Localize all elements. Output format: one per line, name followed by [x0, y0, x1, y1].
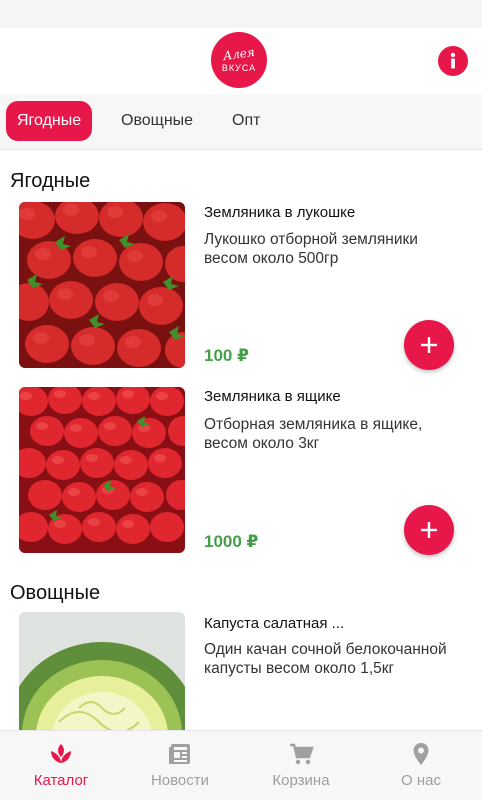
nav-cart[interactable]: Корзина [241, 731, 361, 800]
status-bar [0, 0, 482, 28]
section-title-berries: Ягодные [10, 170, 91, 192]
app-header: Алея ВКУСА [0, 28, 482, 94]
product-list[interactable]: Ягодные Земляника в лукошке Лукошко отбо… [0, 150, 482, 730]
bottom-navigation: Каталог Новости Корзина О нас [0, 730, 482, 800]
nav-about[interactable]: О нас [361, 731, 481, 800]
plus-icon [421, 337, 437, 353]
brand-logo: Алея ВКУСА [211, 32, 267, 88]
product-image-cabbage[interactable] [19, 612, 185, 730]
nav-label: Корзина [272, 772, 330, 789]
catalog-icon [48, 741, 74, 767]
product-description: Один качан сочной белокочанной капусты в… [204, 641, 447, 677]
product-price: 1000 ₽ [204, 532, 259, 551]
category-tabs: Ягодные Овощные Опт [0, 94, 482, 150]
add-to-cart-button[interactable] [404, 320, 454, 370]
info-button[interactable] [438, 46, 468, 76]
news-icon [167, 741, 193, 767]
logo-caps-text: ВКУСА [221, 62, 257, 73]
product-description: Отборная земляника в ящике, весом около … [204, 416, 423, 452]
product-name[interactable]: Земляника в ящике [204, 388, 341, 405]
product-image-strawberries-basket[interactable] [19, 202, 185, 368]
product-image-strawberries-box[interactable] [19, 387, 185, 553]
tab-wholesale[interactable]: Опт [221, 101, 271, 141]
plus-icon [421, 522, 437, 538]
tab-vegetables[interactable]: Овощные [110, 101, 204, 141]
product-name[interactable]: Земляника в лукошке [204, 204, 355, 221]
cart-icon [288, 741, 314, 767]
tab-berries[interactable]: Ягодные [6, 101, 93, 141]
product-description: Лукошко отборной земляники весом около 5… [204, 231, 418, 267]
nav-label: Новости [150, 772, 210, 789]
nav-label: Каталог [33, 772, 89, 789]
add-to-cart-button[interactable] [404, 505, 454, 555]
product-name[interactable]: Капуста салатная ... [204, 615, 344, 632]
nav-label: О нас [401, 772, 441, 789]
section-title-vegetables: Овощные [10, 582, 101, 604]
logo-script-text: Алея [222, 44, 256, 63]
nav-catalog[interactable]: Каталог [1, 731, 121, 800]
info-icon [450, 52, 456, 69]
location-pin-icon [408, 741, 434, 767]
product-price: 100 ₽ [204, 346, 249, 365]
nav-news[interactable]: Новости [120, 731, 240, 800]
